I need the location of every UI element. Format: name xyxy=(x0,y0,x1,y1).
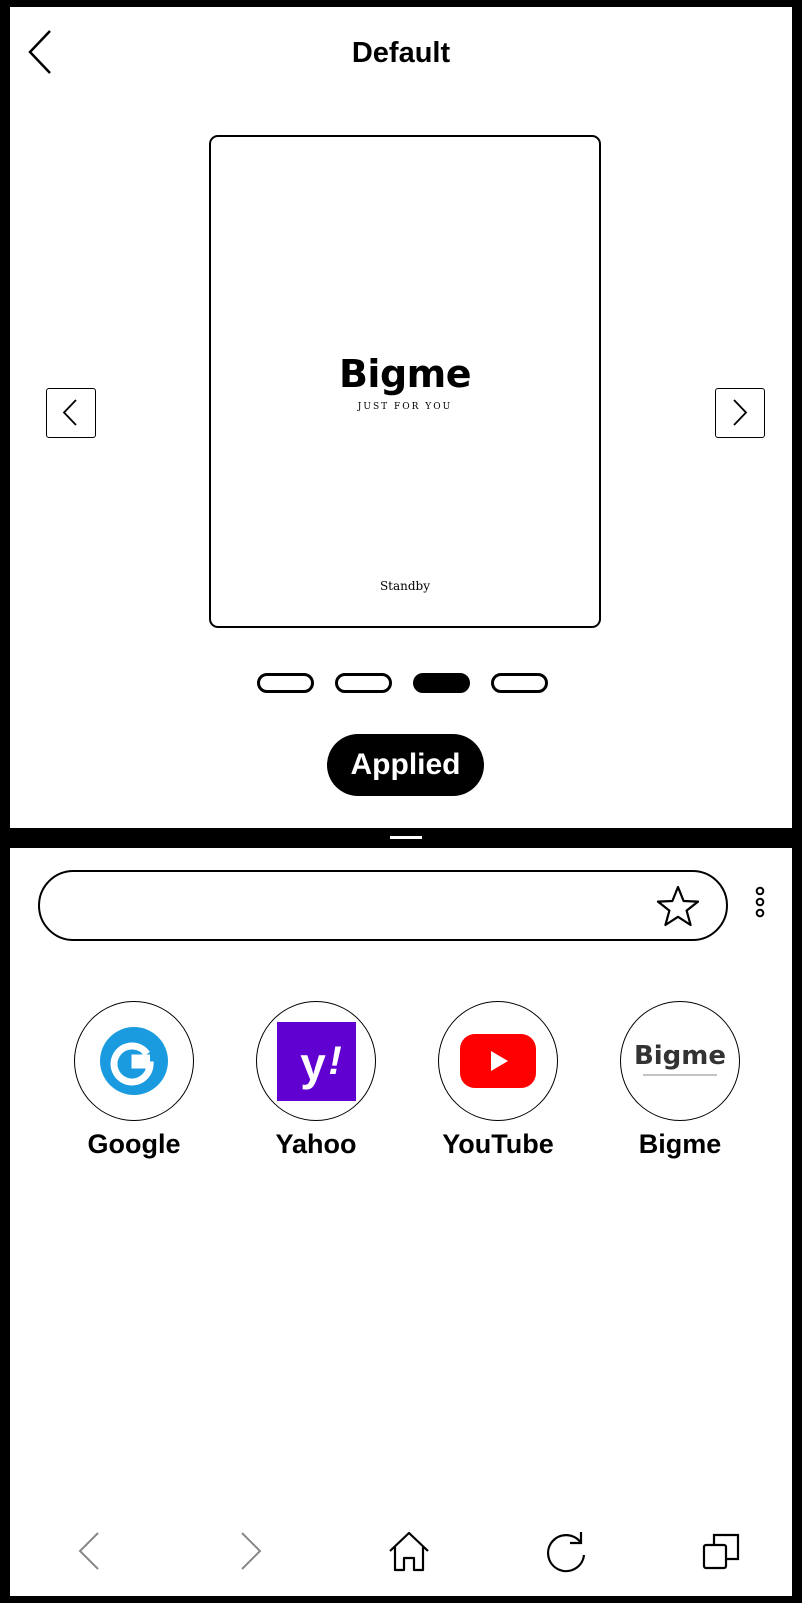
star-icon[interactable] xyxy=(655,884,701,928)
next-theme-button[interactable] xyxy=(715,388,765,438)
shortcut-icon-circle: y ! xyxy=(256,1001,376,1121)
shortcut-label: Yahoo xyxy=(275,1129,357,1159)
theme-settings-pane: Default Bigme JUST FOR YOU Standby Appli… xyxy=(10,7,792,828)
chevron-left-icon xyxy=(62,399,77,426)
shortcut-google[interactable]: Google xyxy=(54,1001,214,1160)
search-bar xyxy=(38,870,728,941)
shortcut-bigme[interactable]: Bigme Bigme xyxy=(600,1001,760,1160)
shortcut-icon-circle xyxy=(438,1001,558,1121)
page-title: Default xyxy=(351,37,451,69)
preview-brand: Bigme xyxy=(338,352,472,396)
more-vertical-icon[interactable] xyxy=(755,886,765,920)
refresh-icon[interactable] xyxy=(544,1529,590,1573)
page-dot[interactable] xyxy=(413,673,470,693)
previous-theme-button[interactable] xyxy=(46,388,96,438)
shortcut-icon-circle: Bigme xyxy=(620,1001,740,1121)
address-input[interactable] xyxy=(62,882,626,930)
chevron-right-icon[interactable] xyxy=(230,1529,270,1573)
shortcut-youtube[interactable]: YouTube xyxy=(418,1001,578,1160)
browser-toolbar xyxy=(10,1529,792,1573)
preview-tagline: JUST FOR YOU xyxy=(357,402,453,412)
shortcut-label: Bigme xyxy=(638,1129,722,1159)
browser-pane: Google y ! Yahoo YouTube Bigme Bigme xyxy=(10,848,792,1596)
yahoo-icon: y ! xyxy=(277,1022,356,1101)
shortcut-icon-circle xyxy=(74,1001,194,1121)
tabs-icon[interactable] xyxy=(700,1529,744,1573)
svg-text:y: y xyxy=(300,1038,326,1090)
google-icon xyxy=(100,1027,168,1095)
bigme-logo-icon: Bigme xyxy=(634,1041,726,1076)
youtube-icon xyxy=(460,1034,536,1088)
home-icon[interactable] xyxy=(386,1529,432,1573)
page-dot[interactable] xyxy=(335,673,392,693)
shortcut-yahoo[interactable]: y ! Yahoo xyxy=(236,1001,396,1160)
page-dot[interactable] xyxy=(257,673,314,693)
preview-status: Standby xyxy=(379,579,431,593)
chevron-left-icon[interactable] xyxy=(72,1529,112,1573)
standby-preview: Bigme JUST FOR YOU Standby xyxy=(209,135,601,628)
chevron-right-icon xyxy=(733,399,748,426)
svg-text:Bigme: Bigme xyxy=(634,1041,726,1071)
applied-button[interactable]: Applied xyxy=(327,734,484,796)
shortcut-label: YouTube xyxy=(442,1129,554,1159)
page-dot[interactable] xyxy=(491,673,548,693)
svg-text:!: ! xyxy=(328,1039,341,1083)
split-divider-handle[interactable] xyxy=(390,836,422,839)
shortcut-label: Google xyxy=(87,1129,181,1159)
